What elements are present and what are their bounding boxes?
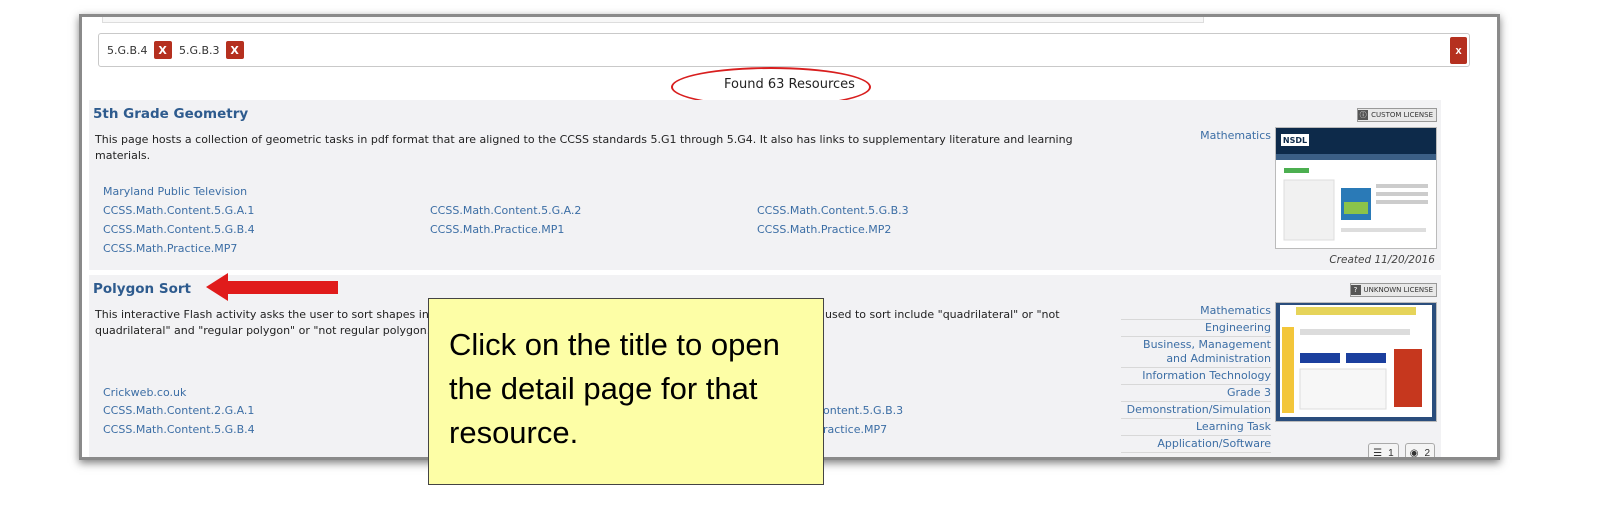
thumbnail-image: NSDL: [1276, 128, 1436, 241]
standard-link[interactable]: ontent.5.G.B.3: [823, 404, 903, 417]
standard-link[interactable]: CCSS.Math.Content.5.G.A.2: [430, 204, 581, 217]
thumbnail-image: [1276, 303, 1436, 421]
description-text: This interactive Flash activity asks the…: [95, 308, 461, 321]
description-text: used to sort include "quadrilateral" or …: [825, 308, 1060, 321]
subject-link[interactable]: Demonstration/Simulation: [1121, 402, 1271, 419]
filter-chip: 5.G.B.4 X: [103, 40, 172, 60]
resource-thumbnail[interactable]: NSDL: [1275, 127, 1437, 249]
standard-link[interactable]: ractice.MP7: [823, 423, 887, 436]
license-label: UNKNOWN LICENSE: [1363, 286, 1433, 294]
standard-link[interactable]: CCSS.Math.Content.5.G.B.4: [103, 423, 255, 436]
standard-link[interactable]: CCSS.Math.Practice.MP2: [757, 223, 891, 236]
standard-link[interactable]: CCSS.Math.Content.2.G.A.1: [103, 404, 254, 417]
library-count: 1: [1388, 447, 1394, 459]
filter-chip: 5.G.B.3 X: [175, 40, 244, 60]
thumbnail-logo-text: NSDL: [1283, 136, 1307, 145]
subject-link[interactable]: Mathematics: [1200, 128, 1271, 144]
annotation-arrow: [206, 273, 338, 301]
publisher-link[interactable]: Crickweb.co.uk: [103, 386, 186, 399]
resource-counters: ☰ 1 ◉ 2: [1368, 443, 1435, 459]
callout-text: Click on the title to open the detail pa…: [449, 327, 780, 450]
library-count-button[interactable]: ☰ 1: [1368, 443, 1399, 459]
instruction-callout: Click on the title to open the detail pa…: [428, 298, 824, 485]
standard-link[interactable]: CCSS.Math.Content.5.G.B.3: [757, 204, 909, 217]
created-date: Created 11/20/2016: [1329, 254, 1435, 266]
license-label: CUSTOM LICENSE: [1371, 111, 1433, 119]
resource-thumbnail[interactable]: [1275, 302, 1437, 422]
result-title-link[interactable]: 5th Grade Geometry: [93, 106, 248, 122]
subject-link[interactable]: Engineering: [1121, 320, 1271, 337]
clear-all-filters-button[interactable]: x: [1450, 37, 1467, 64]
license-icon: ?: [1350, 285, 1361, 295]
publisher-link[interactable]: Maryland Public Television: [103, 185, 247, 198]
mouse-icon: ◉: [1409, 447, 1419, 459]
click-count-button[interactable]: ◉ 2: [1404, 443, 1435, 459]
library-icon: ☰: [1373, 447, 1383, 459]
subject-link[interactable]: Application/Software: [1121, 436, 1271, 453]
subject-link[interactable]: Business, Management and Administration: [1121, 337, 1271, 368]
standard-link[interactable]: CCSS.Math.Content.5.G.B.4: [103, 223, 255, 236]
result-item: 5th Grade Geometry This page hosts a col…: [89, 100, 1441, 270]
standard-link[interactable]: CCSS.Math.Content.5.G.A.1: [103, 204, 254, 217]
subject-link[interactable]: Learning Task: [1121, 419, 1271, 436]
remove-filter-button[interactable]: X: [153, 41, 172, 59]
description-text: quadrilateral" and "regular polygon" or …: [95, 324, 436, 337]
subject-list: Mathematics Engineering Business, Manage…: [1121, 303, 1271, 453]
filter-chip-label: 5.G.B.4: [107, 43, 148, 57]
subject-link[interactable]: Mathematics: [1121, 303, 1271, 320]
result-description: This interactive Flash activity asks the…: [95, 307, 461, 339]
click-count: 2: [1424, 447, 1430, 459]
license-badge[interactable]: ? UNKNOWN LICENSE: [1349, 283, 1437, 297]
result-title-link[interactable]: Polygon Sort: [93, 281, 191, 297]
search-bar-edge: [102, 17, 1204, 23]
subject-list: Mathematics: [1200, 128, 1271, 144]
standard-link[interactable]: CCSS.Math.Practice.MP7: [103, 242, 237, 255]
license-badge[interactable]: ⓘ CUSTOM LICENSE: [1357, 108, 1437, 122]
subject-link[interactable]: Grade 3: [1121, 385, 1271, 402]
license-icon: ⓘ: [1358, 110, 1369, 120]
remove-filter-button[interactable]: X: [225, 41, 244, 59]
result-description: This page hosts a collection of geometri…: [95, 133, 1073, 162]
standard-link[interactable]: CCSS.Math.Practice.MP1: [430, 223, 564, 236]
active-filters-bar: 5.G.B.4 X 5.G.B.3 X x: [98, 33, 1470, 67]
filter-chip-label: 5.G.B.3: [179, 43, 220, 57]
subject-link[interactable]: Information Technology: [1121, 368, 1271, 385]
